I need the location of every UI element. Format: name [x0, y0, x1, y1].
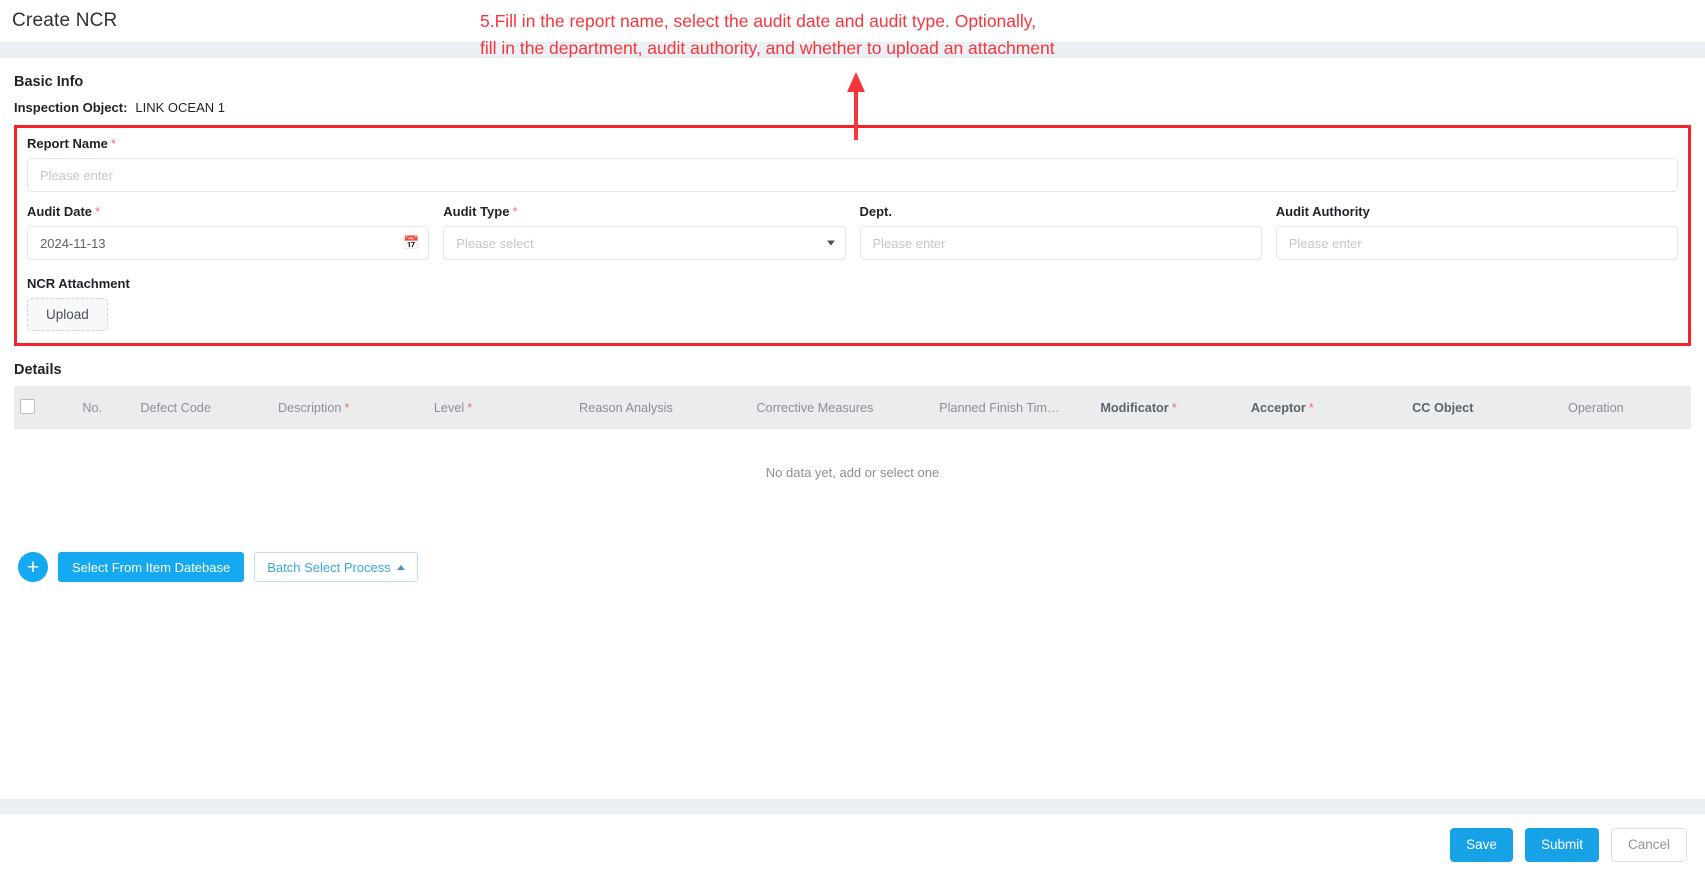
basic-info-title: Basic Info: [14, 74, 84, 90]
audit-date-input[interactable]: [27, 226, 430, 260]
col-modificator-required-mark: *: [1171, 401, 1177, 415]
dept-input[interactable]: [859, 226, 1262, 260]
create-ncr-page: Create NCR Basic Info Inspection Object:…: [0, 0, 1705, 875]
submit-button[interactable]: Submit: [1524, 827, 1599, 862]
details-header-row: No. Defect Code Description * Level * Reas…: [14, 387, 1691, 429]
basic-info-highlight-region: Report Name* Audit Date* 📅 Audit Type*: [14, 125, 1691, 346]
audit-type-label-text: Audit Type: [443, 204, 510, 219]
report-name-label-text: Report Name: [27, 136, 108, 151]
details-actions: + Select From Item Datebase Batch Select…: [14, 552, 1691, 582]
select-all-header: [14, 387, 77, 429]
audit-type-select[interactable]: Please select: [443, 226, 846, 260]
col-defect-code: Defect Code: [134, 387, 272, 429]
col-corrective-measures: Corrective Measures: [750, 387, 934, 429]
upload-button[interactable]: Upload: [27, 298, 108, 331]
audit-type-required-mark: *: [512, 204, 518, 219]
col-cc-object: CC Object: [1406, 387, 1562, 429]
cancel-button[interactable]: Cancel: [1610, 827, 1687, 862]
batch-select-process-label: Batch Select Process: [267, 559, 391, 575]
col-acceptor-required-mark: *: [1308, 401, 1314, 415]
batch-select-process-button[interactable]: Batch Select Process: [254, 552, 418, 582]
audit-date-field: Audit Date* 📅: [27, 204, 430, 260]
col-operation: Operation: [1561, 387, 1691, 429]
inspection-object-value: LINK OCEAN 1: [135, 100, 225, 115]
audit-type-field: Audit Type * Please select: [443, 204, 846, 260]
col-level: Level *: [427, 387, 573, 429]
page-header: Create NCR: [0, 0, 1705, 42]
col-level-text: Level: [433, 401, 465, 415]
audit-authority-label: Audit Authority: [1276, 204, 1678, 219]
col-level-required-mark: *: [467, 401, 473, 415]
details-table-body: No data yet, add or select one: [14, 429, 1691, 516]
page-content: Basic Info Inspection Object: LINK OCEAN…: [0, 74, 1705, 582]
details-empty-row: No data yet, add or select one: [14, 429, 1691, 516]
audit-date-required-mark: *: [95, 204, 101, 219]
audit-date-label: Audit Date *: [27, 204, 429, 219]
audit-type-label: Audit Type *: [443, 204, 845, 219]
select-all-checkbox[interactable]: [20, 399, 35, 414]
col-planned-finish-time: Planned Finish Tim…: [933, 387, 1095, 429]
inspection-object-label: Inspection Object:: [14, 100, 128, 115]
page-title: Create NCR: [12, 10, 118, 31]
details-table-head: No. Defect Code Description * Level * Reas…: [14, 387, 1691, 429]
audit-authority-label-text: Audit Authority: [1275, 204, 1370, 219]
col-description-text: Description: [277, 401, 342, 415]
page-footer: Save Submit Cancel: [0, 813, 1705, 875]
select-from-item-database-button[interactable]: Select From Item Datebase: [58, 552, 245, 582]
footer-divider-strip: [0, 799, 1705, 813]
audit-authority-field: Audit Authority: [1275, 204, 1678, 260]
form-row-secondary: Audit Date* 📅 Audit Type* Please select: [27, 204, 1678, 260]
dept-label: Dept.: [860, 204, 1262, 219]
col-no: No.: [76, 387, 135, 429]
audit-date-input-wrap: 📅: [27, 226, 430, 260]
save-button[interactable]: Save: [1450, 827, 1513, 862]
header-divider-strip: [0, 42, 1705, 58]
audit-authority-input[interactable]: [1275, 226, 1678, 260]
dept-field: Dept.: [859, 204, 1262, 260]
report-name-label: Report Name *: [27, 136, 1678, 151]
col-acceptor: Acceptor *: [1244, 387, 1407, 429]
audit-type-select-wrap: Please select: [443, 226, 846, 260]
details-empty-text: No data yet, add or select one: [14, 429, 1691, 516]
dept-label-text: Dept.: [859, 204, 893, 219]
details-table: No. Defect Code Description * Level * Reas…: [14, 387, 1691, 516]
col-description-required-mark: *: [344, 401, 350, 415]
report-name-input[interactable]: [27, 158, 1678, 192]
audit-date-label-text: Audit Date: [27, 204, 92, 219]
col-description: Description *: [271, 387, 428, 429]
add-row-button[interactable]: +: [18, 552, 48, 582]
report-name-required-mark: *: [110, 136, 116, 151]
ncr-attachment-label: NCR Attachment: [27, 276, 130, 291]
col-acceptor-text: Acceptor: [1250, 401, 1306, 415]
details-title: Details: [14, 362, 62, 378]
col-modificator: Modificator *: [1094, 387, 1245, 429]
chevron-up-icon: [396, 564, 405, 570]
col-reason-analysis: Reason Analysis: [572, 387, 751, 429]
inspection-object: Inspection Object: LINK OCEAN 1: [14, 100, 1691, 115]
col-modificator-text: Modificator: [1100, 401, 1169, 415]
